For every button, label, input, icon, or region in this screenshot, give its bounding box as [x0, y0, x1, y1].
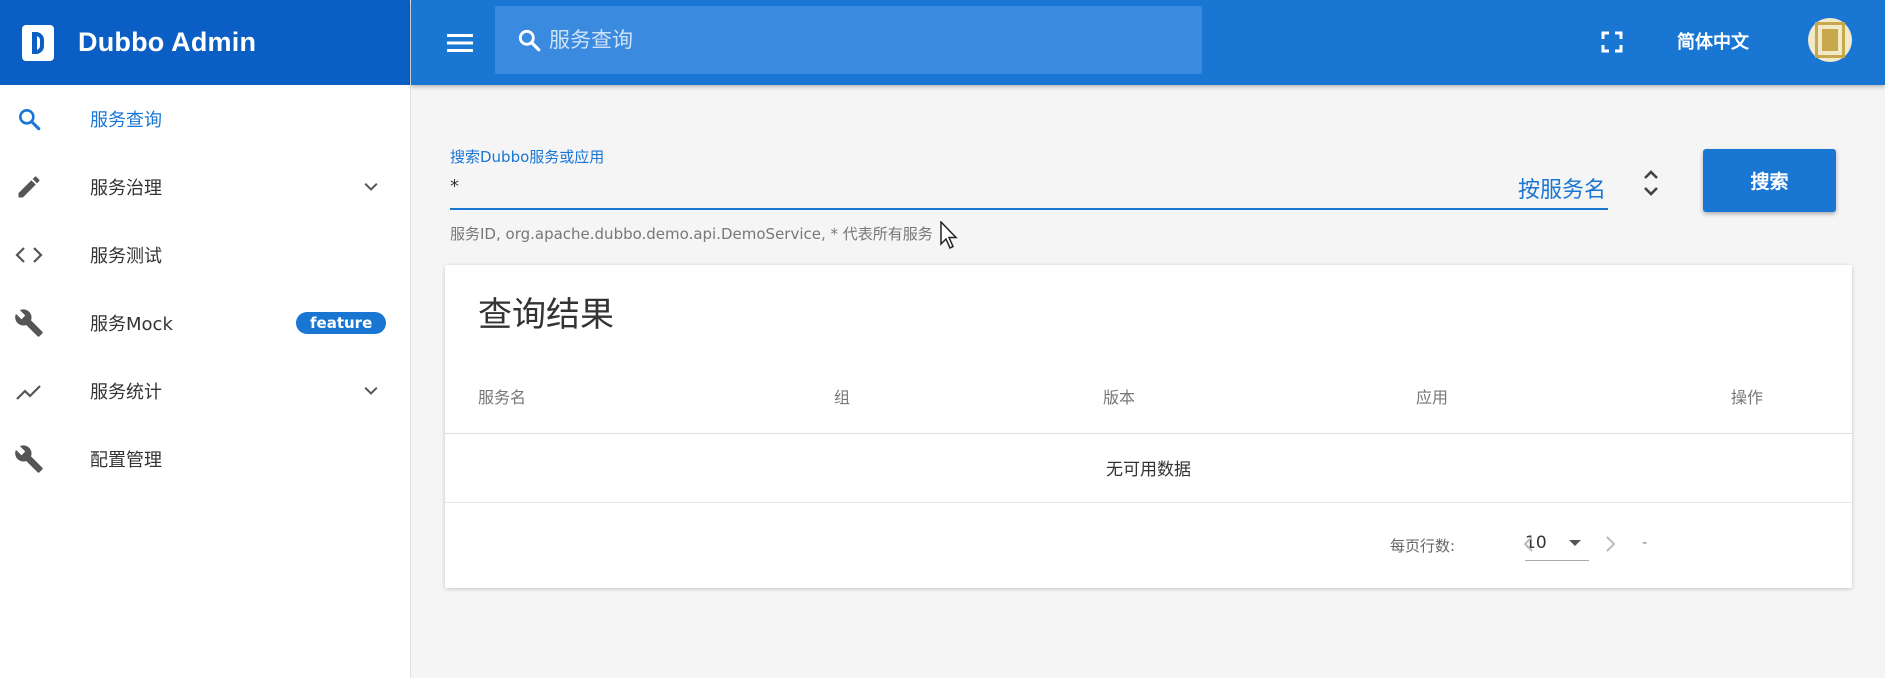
feature-badge: feature: [296, 312, 387, 334]
table-header-divider: [445, 433, 1852, 434]
sidebar-nav: 服务查询 服务治理 服务测试 服务Mock feature 服务统计 配置管理: [0, 85, 410, 493]
mouse-cursor-icon: [940, 220, 960, 251]
next-page-icon[interactable]: [1596, 529, 1624, 559]
code-icon: [14, 240, 44, 270]
table-footer-divider: [445, 502, 1852, 503]
search-input[interactable]: * 按服务名: [450, 166, 1608, 210]
sidebar-item-service-governance[interactable]: 服务治理: [0, 153, 410, 221]
sidebar-item-label: 服务测试: [90, 246, 162, 267]
sidebar-item-service-test[interactable]: 服务测试: [0, 221, 410, 289]
sidebar-item-service-query[interactable]: 服务查询: [0, 85, 410, 153]
chevron-down-icon[interactable]: [360, 380, 382, 402]
column-header-group[interactable]: 组: [834, 384, 850, 408]
sidebar-item-config-management[interactable]: 配置管理: [0, 425, 410, 493]
dropdown-arrow-icon: [1569, 540, 1581, 546]
wrench-icon: [14, 444, 44, 474]
sidebar-item-service-mock[interactable]: 服务Mock feature: [0, 289, 410, 357]
pagination-range: -: [1642, 533, 1648, 551]
search-input-value[interactable]: *: [450, 176, 459, 197]
menu-icon[interactable]: [445, 28, 475, 58]
search-icon: [14, 104, 44, 134]
search-icon: [515, 26, 543, 54]
sidebar-item-label: 服务Mock: [90, 314, 173, 335]
language-switch[interactable]: 简体中文: [1677, 28, 1749, 54]
search-field-label: 搜索Dubbo服务或应用: [450, 148, 605, 166]
search-mode-select[interactable]: 按服务名: [1518, 172, 1606, 204]
wrench-icon: [14, 308, 44, 338]
results-card: 查询结果 服务名 组 版本 应用 操作 无可用数据 每页行数: 10 -: [445, 265, 1852, 588]
no-data-text: 无可用数据: [1106, 460, 1191, 480]
sidebar: Dubbo Admin 服务查询 服务治理 服务测试 服务Mock featur…: [0, 0, 411, 678]
top-search-input[interactable]: [549, 28, 1149, 52]
sidebar-item-service-statistics[interactable]: 服务统计: [0, 357, 410, 425]
dubbo-logo-icon: [22, 24, 54, 61]
column-header-application[interactable]: 应用: [1416, 384, 1448, 408]
rows-per-page-label: 每页行数:: [1390, 537, 1456, 555]
sidebar-item-label: 服务治理: [90, 178, 162, 199]
unfold-toggle-icon[interactable]: [1637, 165, 1665, 201]
fullscreen-icon[interactable]: [1596, 26, 1628, 58]
column-header-actions: 操作: [1731, 388, 1764, 407]
pencil-icon: [14, 172, 44, 202]
column-header-service-name[interactable]: 服务名: [478, 384, 526, 408]
brand-header[interactable]: Dubbo Admin: [0, 0, 410, 85]
column-header-version[interactable]: 版本: [1103, 384, 1135, 408]
prev-page-icon[interactable]: [1515, 529, 1543, 559]
results-title: 查询结果: [478, 295, 614, 335]
top-app-bar: 简体中文: [411, 0, 1885, 85]
search-hint: 服务ID, org.apache.dubbo.demo.api.DemoServ…: [450, 225, 933, 243]
search-button[interactable]: 搜索: [1703, 149, 1836, 212]
chevron-down-icon[interactable]: [360, 176, 382, 198]
sidebar-item-label: 服务统计: [90, 382, 162, 403]
sidebar-item-label: 配置管理: [90, 450, 162, 471]
top-search-box[interactable]: [495, 6, 1202, 74]
avatar[interactable]: [1808, 18, 1852, 62]
sidebar-item-label: 服务查询: [90, 110, 162, 131]
app-title: Dubbo Admin: [78, 27, 257, 57]
trend-icon: [14, 376, 44, 406]
